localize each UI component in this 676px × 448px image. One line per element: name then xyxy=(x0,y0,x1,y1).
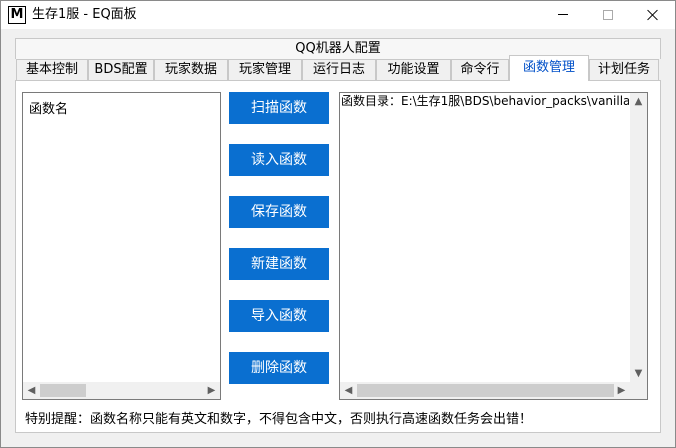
maximize-icon xyxy=(603,10,613,20)
minimize-icon xyxy=(558,14,568,15)
close-button[interactable] xyxy=(630,1,675,29)
scroll-thumb[interactable] xyxy=(40,384,86,397)
function-list-hscrollbar[interactable]: ◀ ▶ xyxy=(23,382,220,399)
function-editor-vscrollbar[interactable]: ▲ ▼ xyxy=(630,93,647,382)
scroll-right-icon[interactable]: ▶ xyxy=(203,382,220,399)
tab-basic-control[interactable]: 基本控制 xyxy=(16,59,88,80)
close-icon xyxy=(647,9,659,21)
scroll-thumb[interactable] xyxy=(357,384,614,397)
function-editor[interactable]: 函数目录：E:\生存1服\BDS\behavior_packs\vanilla\… xyxy=(339,92,648,400)
tab-function-management[interactable]: 函数管理 xyxy=(509,55,589,81)
window-title: 生存1服 - EQ面板 xyxy=(32,7,137,22)
function-editor-hscrollbar[interactable]: ◀ ▶ xyxy=(340,382,630,399)
scroll-left-icon[interactable]: ◀ xyxy=(340,382,357,399)
import-function-button[interactable]: 导入函数 xyxy=(229,300,329,332)
scroll-right-icon[interactable]: ▶ xyxy=(613,382,630,399)
scroll-left-icon[interactable]: ◀ xyxy=(23,382,40,399)
maximize-button[interactable] xyxy=(585,1,630,29)
tab-strip: 基本控制 BDS配置 玩家数据 玩家管理 运行日志 功能设置 命令行 函数管理 … xyxy=(15,55,661,81)
new-function-button[interactable]: 新建函数 xyxy=(229,248,329,280)
warning-notice: 特别提醒：函数名称只能有英文和数字，不得包含中文，否则执行高速函数任务会出错！ xyxy=(25,412,533,427)
tab-bds-config[interactable]: BDS配置 xyxy=(88,59,154,80)
tab-player-data[interactable]: 玩家数据 xyxy=(154,59,228,80)
tab-scheduled-tasks[interactable]: 计划任务 xyxy=(589,59,659,80)
minimize-button[interactable] xyxy=(540,1,585,29)
tab-command-line[interactable]: 命令行 xyxy=(451,59,509,80)
tab-feature-settings[interactable]: 功能设置 xyxy=(376,59,451,80)
scan-functions-button[interactable]: 扫描函数 xyxy=(229,92,329,124)
tab-run-log[interactable]: 运行日志 xyxy=(302,59,376,80)
scroll-down-icon[interactable]: ▼ xyxy=(630,365,647,382)
function-list[interactable]: 函数名 ◀ ▶ xyxy=(22,92,221,400)
app-logo-icon: M xyxy=(8,6,26,24)
function-editor-text[interactable]: 函数目录：E:\生存1服\BDS\behavior_packs\vanilla\… xyxy=(341,94,629,110)
title-bar[interactable]: M 生存1服 - EQ面板 xyxy=(1,1,675,29)
read-function-button[interactable]: 读入函数 xyxy=(229,144,329,176)
save-function-button[interactable]: 保存函数 xyxy=(229,196,329,228)
scroll-up-icon[interactable]: ▲ xyxy=(630,93,647,110)
delete-function-button[interactable]: 删除函数 xyxy=(229,352,329,384)
function-list-header: 函数名 xyxy=(29,102,69,117)
tab-player-management[interactable]: 玩家管理 xyxy=(228,59,302,80)
scroll-corner xyxy=(630,382,647,399)
